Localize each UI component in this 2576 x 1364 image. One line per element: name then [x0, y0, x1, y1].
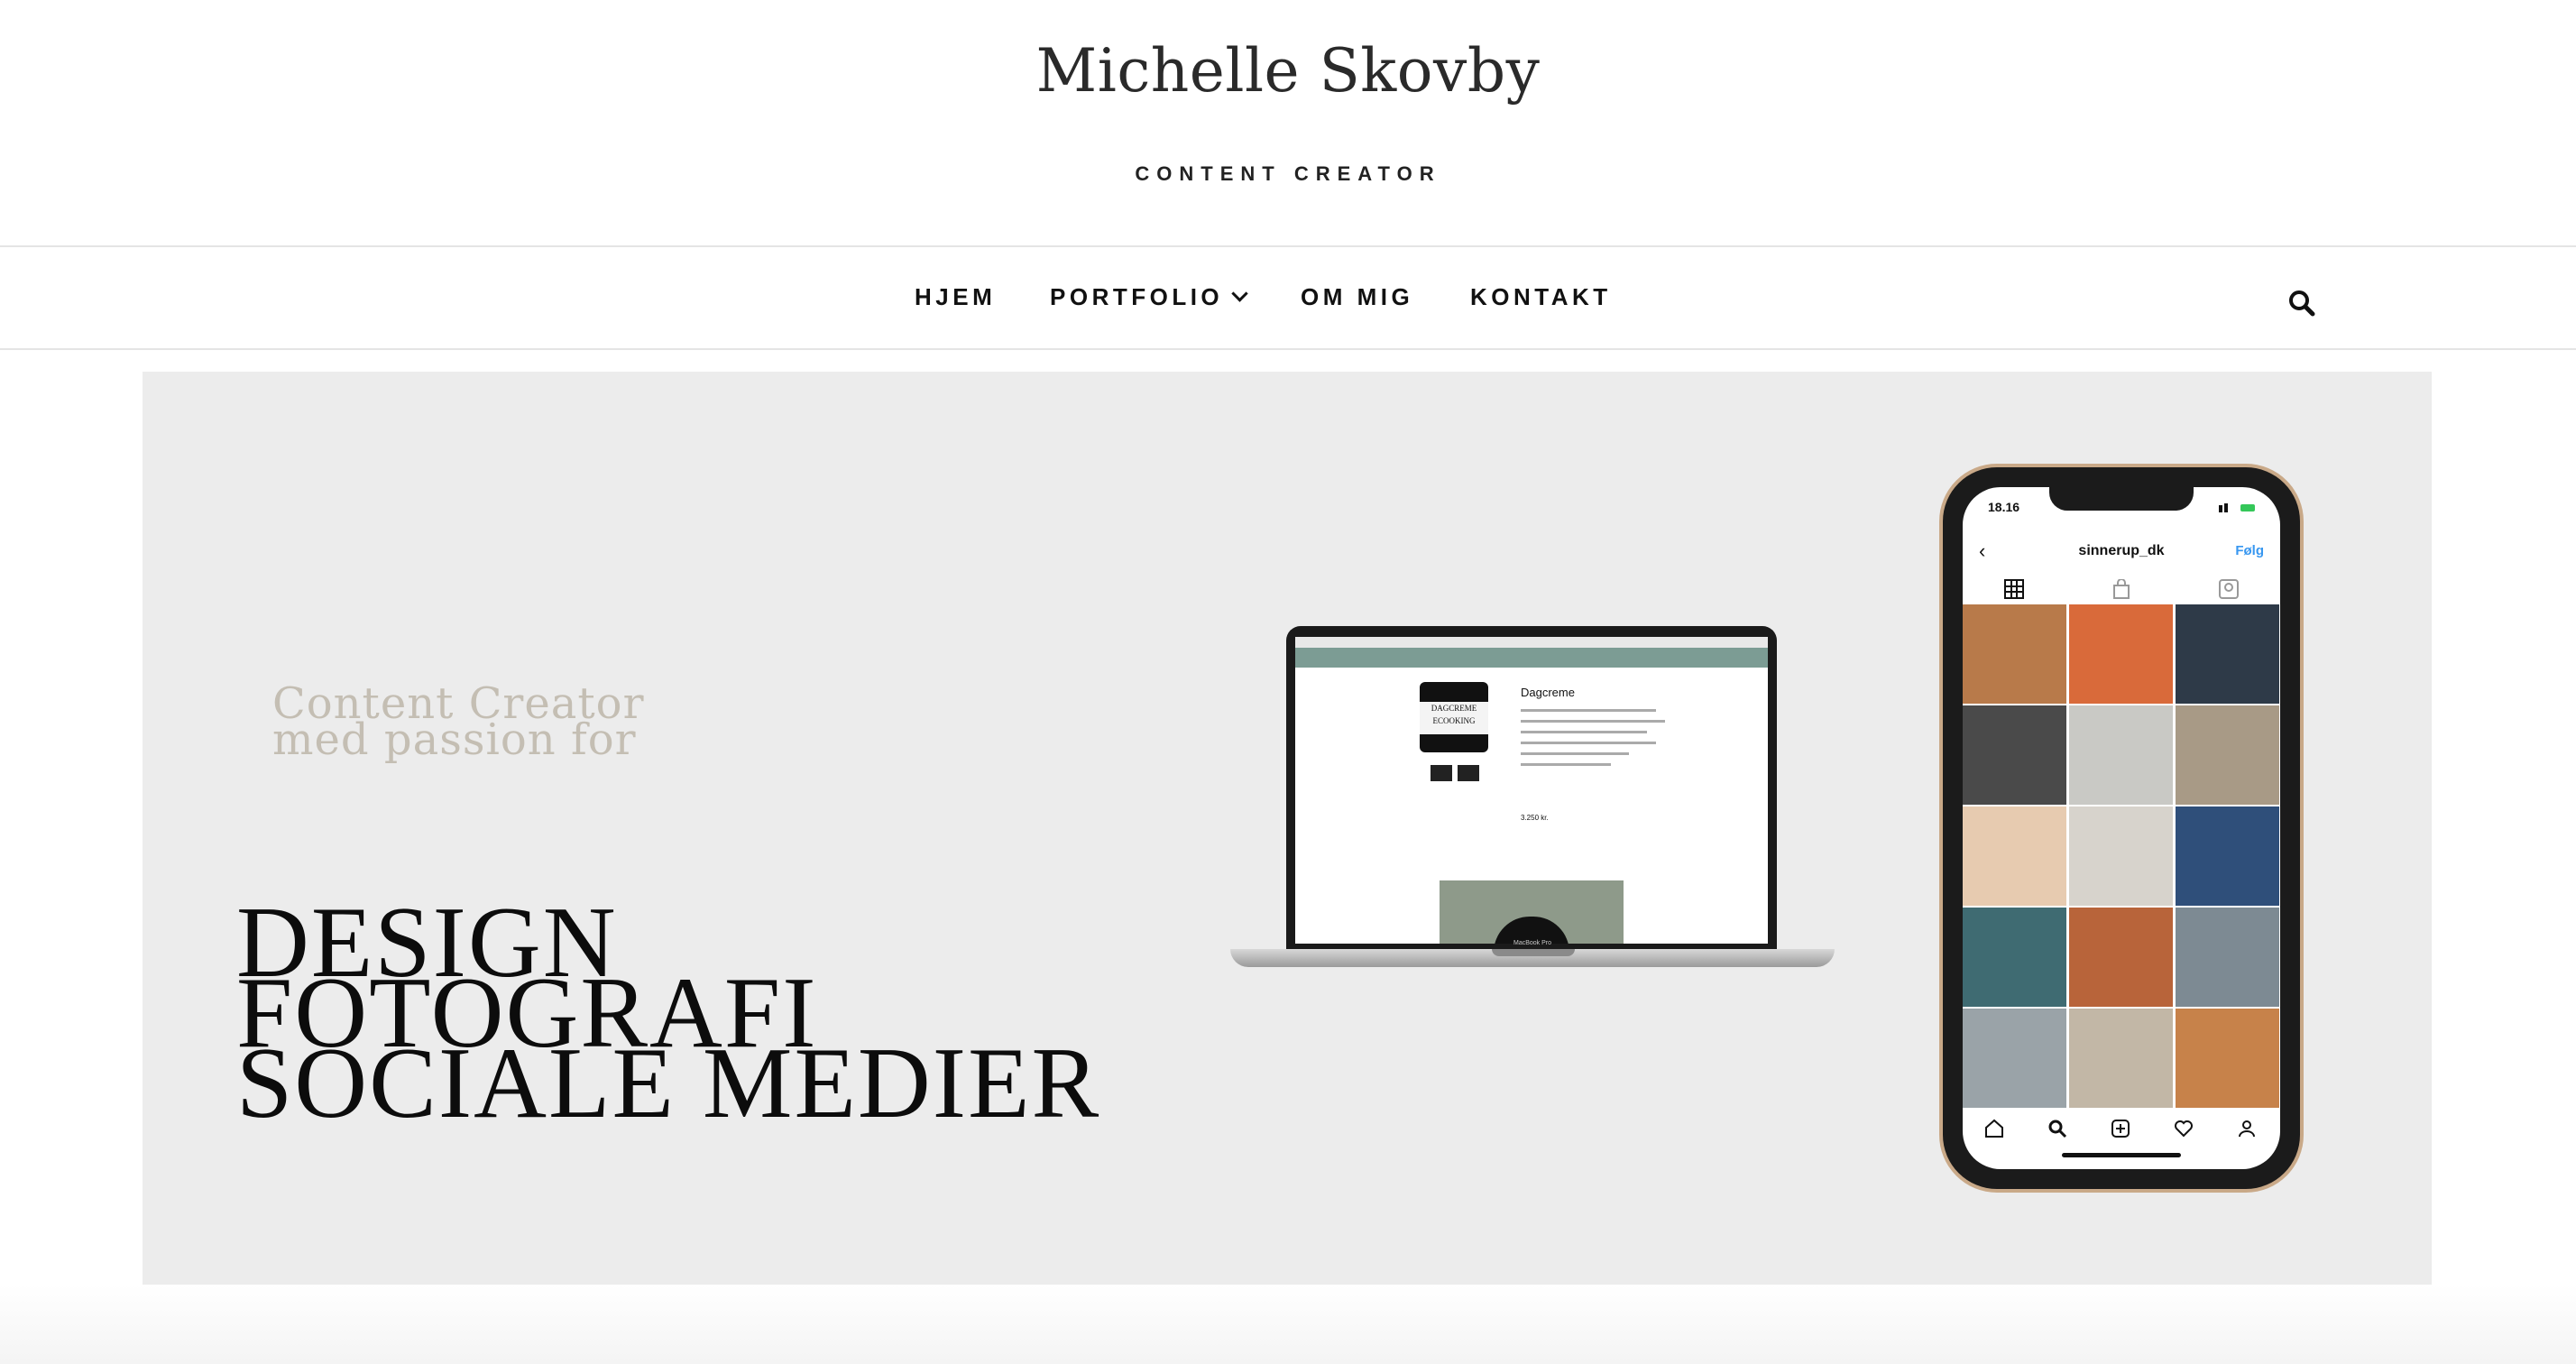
product-text-line	[1521, 752, 1629, 755]
chevron-down-icon	[1231, 285, 1248, 302]
phone-time: 18.16	[1988, 500, 2020, 514]
product-text-line	[1521, 731, 1647, 733]
nav-item-portfolio[interactable]: PORTFOLIO	[1050, 283, 1248, 311]
hero-intro-line: med passion for	[272, 714, 637, 765]
nav-item-kontakt[interactable]: KONTAKT	[1470, 283, 1612, 311]
grid-post	[1963, 604, 2066, 704]
grid-post	[2176, 705, 2279, 805]
main-navigation: HJEM PORTFOLIO OM MIG KONTAKT	[0, 245, 2576, 350]
product-text-line	[1521, 709, 1656, 712]
jar-brand: DAGCREME	[1431, 704, 1477, 713]
phone-mockup: 18.16 ‹ sinnerup_dk Følg	[1943, 467, 2300, 1189]
grid-post	[1963, 705, 2066, 805]
heart-icon	[2175, 1120, 2193, 1138]
grid-post	[2069, 908, 2173, 1007]
add-post-icon	[2111, 1120, 2130, 1138]
phone-screen: 18.16 ‹ sinnerup_dk Følg	[1963, 487, 2280, 1169]
home-icon	[1985, 1119, 2003, 1138]
grid-post	[2176, 1009, 2279, 1108]
shopping-bag-icon	[2113, 579, 2130, 599]
nav-item-hjem[interactable]: HJEM	[915, 283, 996, 311]
search-icon[interactable]	[2287, 289, 2316, 318]
hero-banner[interactable]: Content Creator med passion for DESIGN F…	[143, 372, 2432, 1285]
grid-post	[2069, 705, 2173, 805]
product-title: Dagcreme	[1521, 686, 1575, 699]
grid-post	[2069, 1009, 2173, 1108]
grid-post	[1963, 806, 2066, 906]
battery-icon	[2219, 503, 2255, 512]
home-indicator	[2062, 1153, 2181, 1157]
jar-label: DAGCREME ECOOKING	[1420, 702, 1488, 734]
nav-menu: HJEM PORTFOLIO OM MIG KONTAKT	[0, 247, 2576, 348]
phone-bottom-bar	[1963, 1110, 2280, 1146]
follow-button: Følg	[2235, 543, 2264, 558]
laptop-site-nav	[1295, 648, 1768, 668]
product-text-line	[1521, 720, 1665, 723]
laptop-lid: DAGCREME ECOOKING Dagcreme 3.250 kr.	[1286, 626, 1777, 951]
grid-icon	[2004, 579, 2024, 599]
profile-icon	[2239, 1120, 2255, 1138]
site-tagline: CONTENT CREATOR	[1135, 162, 1441, 185]
tagged-icon	[2219, 579, 2239, 599]
product-thumbnail	[1431, 765, 1452, 781]
laptop-mockup: DAGCREME ECOOKING Dagcreme 3.250 kr. Mac…	[1230, 626, 1835, 987]
product-jar: DAGCREME ECOOKING	[1420, 682, 1488, 752]
phone-notch	[2049, 487, 2194, 511]
hero-topics: DESIGN FOTOGRAFI SOCIALE MEDIER	[236, 892, 1101, 1139]
profile-tabs	[1963, 574, 2280, 603]
laptop-menubar	[1295, 637, 1768, 648]
hero-intro: Content Creator med passion for	[272, 682, 741, 765]
nav-item-portfolio-label: PORTFOLIO	[1050, 283, 1224, 310]
instagram-grid	[1963, 604, 2280, 1108]
nav-item-om-mig[interactable]: OM MIG	[1301, 283, 1413, 311]
grid-post	[2069, 806, 2173, 906]
grid-post	[2176, 806, 2279, 906]
laptop-device-label: MacBook Pro	[1513, 940, 1552, 946]
jar-sub: ECOOKING	[1432, 716, 1476, 725]
grid-post	[2069, 604, 2173, 704]
grid-post	[1963, 1009, 2066, 1108]
page-content-shadow	[0, 1285, 2576, 1364]
product-thumbnail	[1458, 765, 1479, 781]
site-title[interactable]: Michelle Skovby	[0, 36, 2576, 106]
product-image	[1440, 880, 1624, 944]
product-price: 3.250 kr.	[1521, 814, 1549, 822]
product-text-line	[1521, 763, 1611, 766]
grid-post	[2176, 604, 2279, 704]
grid-post	[2176, 908, 2279, 1007]
laptop-screen: DAGCREME ECOOKING Dagcreme 3.250 kr.	[1295, 637, 1768, 944]
hero-topic-sociale-medier: SOCIALE MEDIER	[236, 1028, 1101, 1139]
laptop-notch	[1492, 949, 1575, 956]
grid-post	[1963, 908, 2066, 1007]
search-icon	[2048, 1120, 2067, 1138]
product-text-line	[1521, 742, 1656, 744]
instagram-username: sinnerup_dk	[2078, 543, 2165, 558]
